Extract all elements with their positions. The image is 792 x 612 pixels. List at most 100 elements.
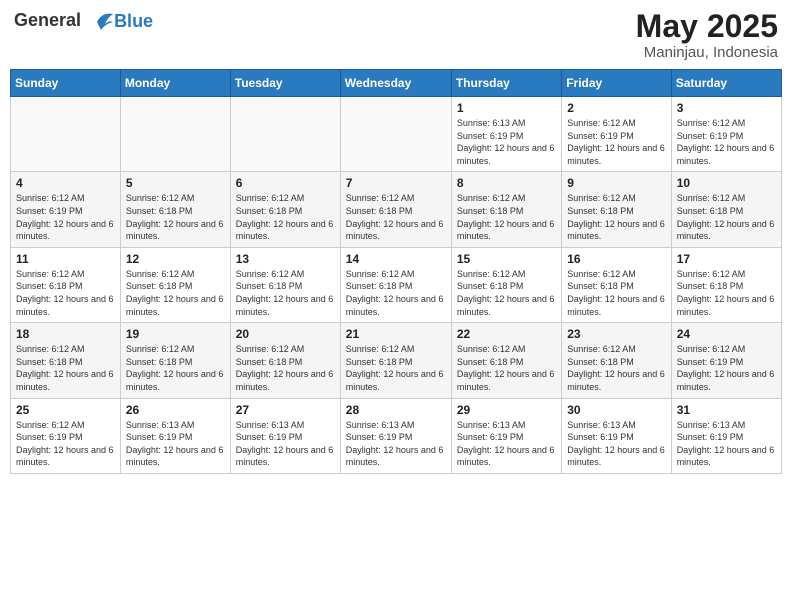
month-year-title: May 2025 <box>636 10 778 42</box>
day-number: 2 <box>567 101 665 115</box>
calendar-table: Sunday Monday Tuesday Wednesday Thursday… <box>10 69 782 474</box>
calendar-cell: 30 Sunrise: 6:13 AMSunset: 6:19 PMDayligh… <box>562 398 671 473</box>
day-info: Sunrise: 6:12 AMSunset: 6:19 PMDaylight:… <box>677 343 776 393</box>
calendar-cell: 3 Sunrise: 6:12 AMSunset: 6:19 PMDaylight… <box>671 97 781 172</box>
calendar-week-3: 11 Sunrise: 6:12 AMSunset: 6:18 PMDayligh… <box>11 247 782 322</box>
day-number: 16 <box>567 252 665 266</box>
calendar-cell: 29Sunrise: 6:13 AMSunset: 6:19 PMDayligh… <box>451 398 561 473</box>
calendar-cell: 6Sunrise: 6:12 AMSunset: 6:18 PMDaylight… <box>230 172 340 247</box>
day-number: 4 <box>16 176 115 190</box>
calendar-cell: 14Sunrise: 6:12 AMSunset: 6:18 PMDayligh… <box>340 247 451 322</box>
calendar-cell <box>230 97 340 172</box>
day-number: 13 <box>236 252 335 266</box>
day-number: 14 <box>346 252 446 266</box>
day-info: Sunrise: 6:12 AMSunset: 6:18 PMDaylight:… <box>457 343 556 393</box>
day-number: 7 <box>346 176 446 190</box>
calendar-cell <box>340 97 451 172</box>
calendar-cell: 19Sunrise: 6:12 AMSunset: 6:18 PMDayligh… <box>120 323 230 398</box>
calendar-cell: 25 Sunrise: 6:12 AMSunset: 6:19 PMDayligh… <box>11 398 121 473</box>
day-info: Sunrise: 6:12 AMSunset: 6:18 PMDaylight:… <box>126 192 225 242</box>
day-number: 5 <box>126 176 225 190</box>
day-info: Sunrise: 6:12 AMSunset: 6:18 PMDaylight:… <box>457 268 556 318</box>
location-subtitle: Maninjau, Indonesia <box>636 44 778 61</box>
day-info: Sunrise: 6:12 AMSunset: 6:18 PMDaylight:… <box>16 268 115 318</box>
day-info: Sunrise: 6:12 AMSunset: 6:18 PMDaylight:… <box>346 343 446 393</box>
day-number: 24 <box>677 327 776 341</box>
calendar-cell <box>120 97 230 172</box>
calendar-cell <box>11 97 121 172</box>
calendar-cell: 2 Sunrise: 6:12 AMSunset: 6:19 PMDaylight… <box>562 97 671 172</box>
day-info: Sunrise: 6:12 AMSunset: 6:18 PMDaylight:… <box>567 343 665 393</box>
calendar-cell: 27Sunrise: 6:13 AMSunset: 6:19 PMDayligh… <box>230 398 340 473</box>
day-info: Sunrise: 6:12 AMSunset: 6:18 PMDaylight:… <box>16 343 115 393</box>
day-info: Sunrise: 6:12 AMSunset: 6:18 PMDaylight:… <box>677 192 776 242</box>
day-info: Sunrise: 6:12 AMSunset: 6:19 PMDaylight:… <box>16 192 115 242</box>
col-tuesday: Tuesday <box>230 70 340 97</box>
calendar-cell: 31 Sunrise: 6:13 AMSunset: 6:19 PMDayligh… <box>671 398 781 473</box>
calendar-cell: 12Sunrise: 6:12 AMSunset: 6:18 PMDayligh… <box>120 247 230 322</box>
day-number: 31 <box>677 403 776 417</box>
day-number: 22 <box>457 327 556 341</box>
day-info: Sunrise: 6:13 AMSunset: 6:19 PMDaylight:… <box>677 419 776 469</box>
day-number: 18 <box>16 327 115 341</box>
day-number: 8 <box>457 176 556 190</box>
logo-general: General <box>14 10 81 30</box>
day-info: Sunrise: 6:13 AMSunset: 6:19 PMDaylight:… <box>567 419 665 469</box>
title-area: May 2025 Maninjau, Indonesia <box>636 10 778 61</box>
calendar-cell: 15 Sunrise: 6:12 AMSunset: 6:18 PMDayligh… <box>451 247 561 322</box>
day-info: Sunrise: 6:12 AMSunset: 6:19 PMDaylight:… <box>567 117 665 167</box>
day-number: 25 <box>16 403 115 417</box>
calendar-cell: 11 Sunrise: 6:12 AMSunset: 6:18 PMDayligh… <box>11 247 121 322</box>
day-number: 20 <box>236 327 335 341</box>
calendar-cell: 20Sunrise: 6:12 AMSunset: 6:18 PMDayligh… <box>230 323 340 398</box>
day-info: Sunrise: 6:12 AMSunset: 6:19 PMDaylight:… <box>16 419 115 469</box>
day-info: Sunrise: 6:12 AMSunset: 6:18 PMDaylight:… <box>677 268 776 318</box>
day-number: 29 <box>457 403 556 417</box>
calendar-cell: 7Sunrise: 6:12 AMSunset: 6:18 PMDaylight… <box>340 172 451 247</box>
logo-blue: Blue <box>114 11 153 32</box>
day-number: 10 <box>677 176 776 190</box>
day-info: Sunrise: 6:13 AMSunset: 6:19 PMDaylight:… <box>346 419 446 469</box>
day-number: 9 <box>567 176 665 190</box>
calendar-cell: 17 Sunrise: 6:12 AMSunset: 6:18 PMDayligh… <box>671 247 781 322</box>
calendar-cell: 23 Sunrise: 6:12 AMSunset: 6:18 PMDayligh… <box>562 323 671 398</box>
calendar-cell: 16Sunrise: 6:12 AMSunset: 6:18 PMDayligh… <box>562 247 671 322</box>
col-wednesday: Wednesday <box>340 70 451 97</box>
day-number: 28 <box>346 403 446 417</box>
calendar-week-5: 25 Sunrise: 6:12 AMSunset: 6:19 PMDayligh… <box>11 398 782 473</box>
calendar-cell: 18 Sunrise: 6:12 AMSunset: 6:18 PMDayligh… <box>11 323 121 398</box>
day-number: 1 <box>457 101 556 115</box>
calendar-cell: 22 Sunrise: 6:12 AMSunset: 6:18 PMDayligh… <box>451 323 561 398</box>
col-friday: Friday <box>562 70 671 97</box>
logo: General Blue <box>14 10 153 32</box>
calendar-week-4: 18 Sunrise: 6:12 AMSunset: 6:18 PMDayligh… <box>11 323 782 398</box>
calendar-week-1: 1Sunrise: 6:13 AMSunset: 6:19 PMDaylight… <box>11 97 782 172</box>
col-monday: Monday <box>120 70 230 97</box>
day-number: 11 <box>16 252 115 266</box>
day-number: 27 <box>236 403 335 417</box>
day-number: 21 <box>346 327 446 341</box>
day-number: 23 <box>567 327 665 341</box>
col-sunday: Sunday <box>11 70 121 97</box>
calendar-cell: 9 Sunrise: 6:12 AMSunset: 6:18 PMDaylight… <box>562 172 671 247</box>
logo-bird-icon <box>87 10 113 32</box>
day-info: Sunrise: 6:12 AMSunset: 6:18 PMDaylight:… <box>567 192 665 242</box>
calendar-cell: 4 Sunrise: 6:12 AMSunset: 6:19 PMDaylight… <box>11 172 121 247</box>
day-number: 12 <box>126 252 225 266</box>
header: General Blue May 2025 Maninjau, Indonesi… <box>10 10 782 61</box>
day-number: 26 <box>126 403 225 417</box>
calendar-cell: 8Sunrise: 6:12 AMSunset: 6:18 PMDaylight… <box>451 172 561 247</box>
calendar-cell: 21 Sunrise: 6:12 AMSunset: 6:18 PMDayligh… <box>340 323 451 398</box>
col-thursday: Thursday <box>451 70 561 97</box>
calendar-cell: 1Sunrise: 6:13 AMSunset: 6:19 PMDaylight… <box>451 97 561 172</box>
day-info: Sunrise: 6:12 AMSunset: 6:18 PMDaylight:… <box>236 268 335 318</box>
calendar-cell: 13 Sunrise: 6:12 AMSunset: 6:18 PMDayligh… <box>230 247 340 322</box>
calendar-week-2: 4 Sunrise: 6:12 AMSunset: 6:19 PMDaylight… <box>11 172 782 247</box>
day-number: 15 <box>457 252 556 266</box>
day-number: 30 <box>567 403 665 417</box>
day-info: Sunrise: 6:12 AMSunset: 6:19 PMDaylight:… <box>677 117 776 167</box>
calendar-cell: 28 Sunrise: 6:13 AMSunset: 6:19 PMDayligh… <box>340 398 451 473</box>
day-number: 3 <box>677 101 776 115</box>
calendar-cell: 26Sunrise: 6:13 AMSunset: 6:19 PMDayligh… <box>120 398 230 473</box>
day-number: 17 <box>677 252 776 266</box>
